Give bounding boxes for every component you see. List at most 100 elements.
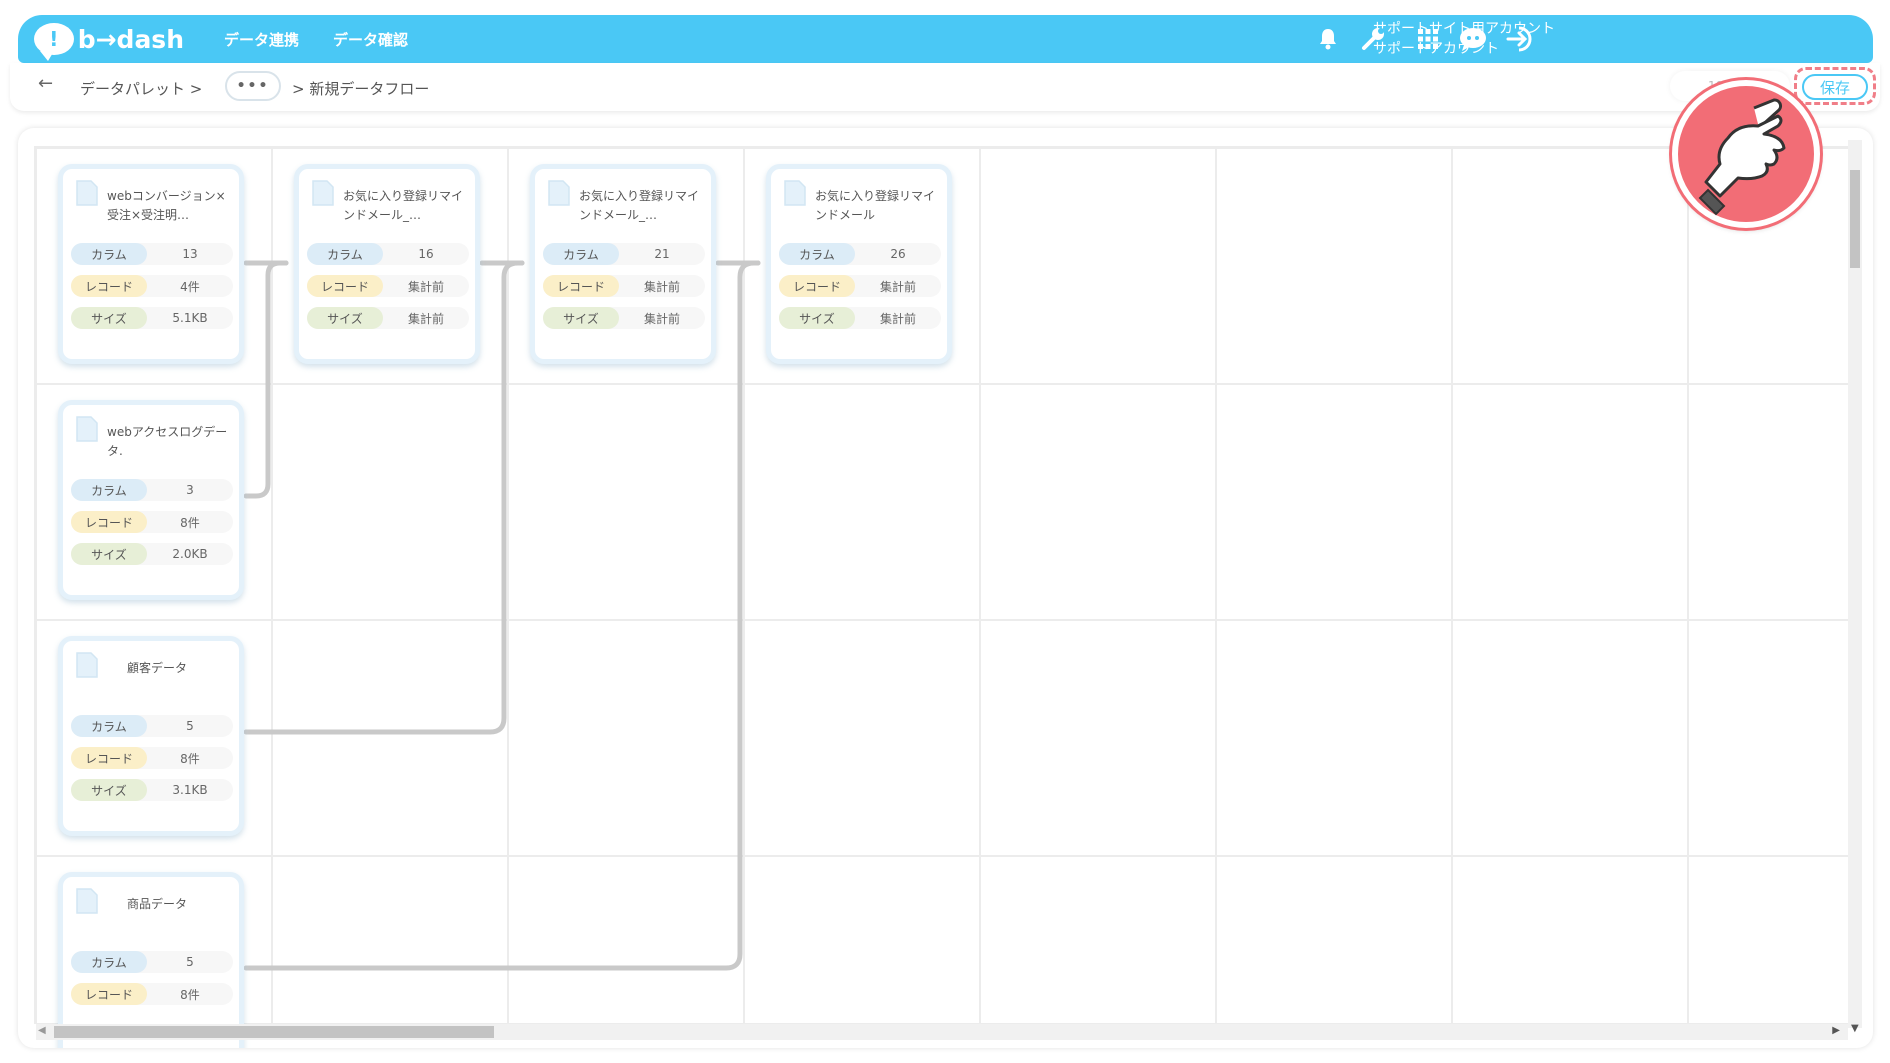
logo-bubble-icon: !: [34, 23, 74, 61]
scroll-left-arrow-icon[interactable]: ◀: [38, 1025, 46, 1036]
stat-label-record: レコード: [71, 511, 147, 533]
stat-record: レコード 8件: [71, 747, 233, 769]
stat-value-column: 26: [890, 247, 906, 261]
logo-text: b→dash: [77, 24, 184, 54]
stat-label-record: レコード: [543, 275, 619, 297]
data-card[interactable]: お気に入り登録リマインドメール_… カラム 16 レコード 集計前 サイズ 集計前: [294, 164, 480, 364]
stat-size: サイズ 2.0KB: [71, 543, 233, 565]
bell-icon[interactable]: [1313, 24, 1343, 54]
vertical-scroll-thumb[interactable]: [1850, 170, 1860, 268]
stat-record: レコード 8件: [71, 983, 233, 1005]
document-icon: [312, 180, 334, 206]
stat-label-column: カラム: [71, 951, 147, 973]
wrench-icon[interactable]: [1358, 24, 1388, 54]
card-title: お気に入り登録リマインドメール_…: [579, 189, 700, 222]
card-title: webアクセスログデータ.: [107, 425, 228, 458]
stat-column: カラム 3: [71, 479, 233, 501]
flow-canvas[interactable]: webコンバージョン×受注×受注明… カラム 13 レコード 4件 サイズ 5.1KB…: [18, 128, 1873, 1048]
breadcrumb-bar: ← データパレット > ••• > 新規データフロー 10 保存: [10, 63, 1880, 111]
stat-label-column: カラム: [71, 479, 147, 501]
back-arrow-icon[interactable]: ←: [38, 73, 53, 94]
stat-value-record: 集計前: [643, 279, 680, 294]
stat-size: サイズ 集計前: [779, 307, 941, 329]
stat-record: レコード 集計前: [307, 275, 469, 297]
document-icon: [548, 180, 570, 206]
stat-value-size: 集計前: [643, 311, 680, 326]
stat-column: カラム 13: [71, 243, 233, 265]
data-card[interactable]: 商品データ カラム 5 レコード 8件: [58, 872, 244, 1048]
stat-label-record: レコード: [779, 275, 855, 297]
stat-label-column: カラム: [71, 243, 147, 265]
stat-label-record: レコード: [307, 275, 383, 297]
stat-size: サイズ 5.1KB: [71, 307, 233, 329]
grid-icon[interactable]: [1413, 24, 1443, 54]
stat-size: サイズ 3.1KB: [71, 779, 233, 801]
nav-data-check[interactable]: データ確認: [333, 29, 408, 50]
stat-value-size: 2.0KB: [172, 547, 208, 561]
document-icon: [76, 180, 98, 206]
stat-value-size: 5.1KB: [172, 311, 208, 325]
vertical-scrollbar[interactable]: ▼: [1848, 140, 1862, 1034]
nav-data-integration[interactable]: データ連携: [224, 29, 299, 50]
stat-value-column: 5: [186, 719, 194, 733]
card-title: 顧客データ: [126, 661, 187, 675]
card-title: 商品データ: [126, 897, 187, 911]
data-card[interactable]: 顧客データ カラム 5 レコード 8件 サイズ 3.1KB: [58, 636, 244, 836]
logout-icon[interactable]: [1506, 24, 1536, 54]
top-navigation-bar: ! b→dash データ連携 データ確認 サポートサイト用アカウント サポートア…: [18, 15, 1873, 63]
breadcrumb-current: > 新規データフロー: [292, 80, 430, 98]
stat-column: カラム 5: [71, 715, 233, 737]
stat-record: レコード 集計前: [779, 275, 941, 297]
stat-value-column: 5: [186, 955, 194, 969]
stat-record: レコード 集計前: [543, 275, 705, 297]
breadcrumb-more-button[interactable]: •••: [225, 71, 281, 101]
stat-size: サイズ 集計前: [543, 307, 705, 329]
breadcrumb-data-palette[interactable]: データパレット >: [80, 78, 202, 99]
stat-value-column: 16: [418, 247, 434, 261]
horizontal-scrollbar[interactable]: ◀ ▶: [36, 1024, 1848, 1040]
stat-value-size: 集計前: [407, 311, 444, 326]
stat-label-size: サイズ: [71, 307, 147, 329]
stat-value-column: 13: [182, 247, 198, 261]
data-card[interactable]: お気に入り登録リマインドメール カラム 26 レコード 集計前 サイズ 集計前: [766, 164, 952, 364]
stat-value-size: 3.1KB: [172, 783, 208, 797]
stat-value-record: 8件: [180, 751, 200, 766]
stat-label-size: サイズ: [543, 307, 619, 329]
stat-label-size: サイズ: [307, 307, 383, 329]
data-card[interactable]: webアクセスログデータ. カラム 3 レコード 8件 サイズ 2.0KB: [58, 400, 244, 600]
card-title: webコンバージョン×受注×受注明…: [107, 189, 226, 222]
stat-size: サイズ 集計前: [307, 307, 469, 329]
bdash-logo[interactable]: ! b→dash: [34, 23, 184, 61]
stat-label-column: カラム: [779, 243, 855, 265]
stat-value-record: 8件: [180, 515, 200, 530]
stat-label-size: サイズ: [71, 779, 147, 801]
stat-value-column: 21: [654, 247, 670, 261]
scroll-down-arrow-icon[interactable]: ▼: [1851, 1023, 1859, 1034]
stat-label-size: サイズ: [71, 543, 147, 565]
stat-value-record: 8件: [180, 987, 200, 1002]
card-title: お気に入り登録リマインドメール_…: [343, 189, 464, 222]
stat-value-size: 集計前: [879, 311, 916, 326]
stat-column: カラム 16: [307, 243, 469, 265]
stat-value-record: 集計前: [407, 279, 444, 294]
data-card[interactable]: お気に入り登録リマインドメール_… カラム 21 レコード 集計前 サイズ 集計前: [530, 164, 716, 364]
stat-column: カラム 21: [543, 243, 705, 265]
chat-icon[interactable]: [1458, 24, 1488, 54]
stat-label-record: レコード: [71, 747, 147, 769]
stat-value-record: 集計前: [879, 279, 916, 294]
stat-label-record: レコード: [71, 275, 147, 297]
stat-column: カラム 26: [779, 243, 941, 265]
horizontal-scroll-thumb[interactable]: [54, 1026, 494, 1038]
connector-5-2: [243, 260, 289, 499]
scroll-right-arrow-icon[interactable]: ▶: [1832, 1025, 1840, 1036]
document-icon: [784, 180, 806, 206]
stat-label-record: レコード: [71, 983, 147, 1005]
card-title: お気に入り登録リマインドメール: [815, 189, 936, 222]
stat-column: カラム 5: [71, 951, 233, 973]
stat-label-column: カラム: [71, 715, 147, 737]
stat-value-column: 3: [186, 483, 194, 497]
stat-label-column: カラム: [307, 243, 383, 265]
stat-label-size: サイズ: [779, 307, 855, 329]
stat-label-column: カラム: [543, 243, 619, 265]
data-card[interactable]: webコンバージョン×受注×受注明… カラム 13 レコード 4件 サイズ 5.1KB: [58, 164, 244, 364]
